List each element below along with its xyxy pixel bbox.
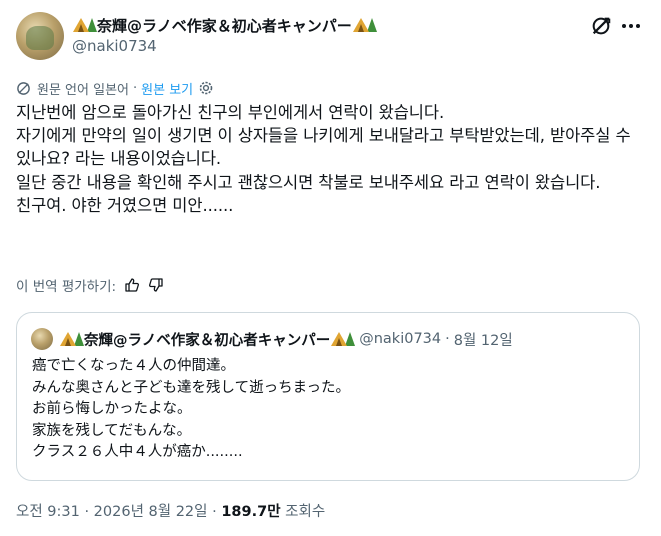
- gear-icon[interactable]: [198, 80, 214, 96]
- separator-dot: ·: [445, 331, 450, 347]
- tweet-meta: 오전 9:31 · 2026년 8월 22일 · 189.7만 조회수: [16, 500, 325, 521]
- quoted-tweet-body: 癌で亡くなった４人の仲間達。 みんな奥さんと子ども達を残して逝っちまった。 お前…: [32, 358, 350, 461]
- quoted-tweet[interactable]: 奈輝@ラノベ作家＆初心者キャンパー @naki0734 · 8월 12일 癌で亡…: [16, 312, 640, 481]
- view-count-label: 조회수: [280, 504, 326, 520]
- separator-dot: ·: [133, 80, 138, 96]
- view-count: 189.7만: [221, 504, 281, 520]
- thumbs-down-icon[interactable]: [148, 277, 164, 293]
- camp-tent-icon: [331, 332, 348, 346]
- quoted-author-handle: @naki0734: [359, 331, 442, 347]
- tweet-body: 지난번에 암으로 돌아가신 친구의 부인에게서 연락이 왔습니다. 자기에게 만…: [16, 103, 631, 215]
- author-display-name[interactable]: 奈輝@ラノベ作家＆初心者キャンパー: [97, 15, 352, 36]
- quoted-tweet-date: 8월 12일: [453, 332, 513, 349]
- quoted-author-name: 奈輝@ラノベ作家＆初心者キャンパー: [84, 332, 331, 349]
- translation-bar: 원문 언어 일본어 · 원본 보기: [16, 78, 214, 98]
- rate-translation-label: 이 번역 평가하기:: [16, 279, 117, 295]
- show-original-link[interactable]: 원본 보기: [141, 79, 193, 98]
- thumbs-up-icon[interactable]: [124, 277, 140, 293]
- camp-tent-icon: [73, 18, 89, 32]
- tweet-timestamp[interactable]: 오전 9:31 · 2026년 8월 22일 ·: [16, 500, 221, 521]
- grok-icon[interactable]: [590, 15, 612, 37]
- source-language-label: 원문 언어 일본어: [37, 82, 129, 98]
- author-name-row[interactable]: 奈輝@ラノベ作家＆初心者キャンパー: [72, 14, 377, 36]
- more-options-icon[interactable]: [622, 24, 646, 30]
- rate-translation-row: 이 번역 평가하기:: [16, 275, 164, 295]
- quoted-tweet-header: 奈輝@ラノベ作家＆初心者キャンパー @naki0734 · 8월 12일: [31, 328, 513, 350]
- camp-tent-icon: [352, 18, 369, 32]
- camp-tent-icon: [60, 332, 76, 346]
- author-avatar[interactable]: [16, 12, 64, 60]
- translate-icon: [17, 81, 30, 95]
- author-handle[interactable]: @naki0734: [72, 37, 157, 55]
- quoted-author-avatar: [31, 328, 53, 350]
